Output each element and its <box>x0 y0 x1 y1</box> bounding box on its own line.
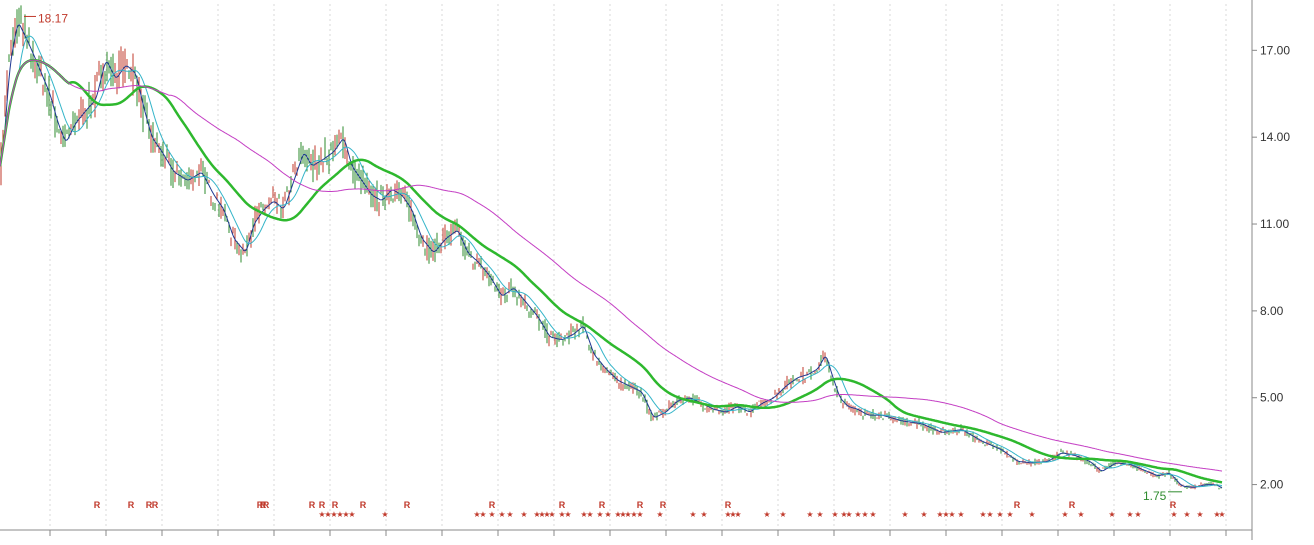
y-tick-label: 11.00 <box>1260 217 1289 231</box>
signal-star-mark: ★ <box>996 510 1003 519</box>
signal-r-mark: R <box>1014 500 1021 510</box>
signal-star-mark: ★ <box>586 510 593 519</box>
signal-star-mark: ★ <box>381 510 388 519</box>
date-axis-strip <box>0 529 1252 536</box>
price-axis: 2.00 5.00 8.00 11.00 14.00 17.00 <box>1251 0 1290 540</box>
ma-line-70 <box>0 58 1223 484</box>
signal-r-mark: R <box>489 500 496 510</box>
signal-r-mark: R <box>637 500 644 510</box>
signal-star-mark: ★ <box>901 510 908 519</box>
signal-star-mark: ★ <box>636 510 643 519</box>
signal-star-mark: ★ <box>498 510 505 519</box>
signal-star-mark: ★ <box>488 510 495 519</box>
signal-star-mark: ★ <box>763 510 770 519</box>
signal-r-mark: R <box>152 500 159 510</box>
low-price-label: 1.75 <box>1143 489 1167 503</box>
chart-canvas: 2.005.008.0011.0014.0017.00 18.171.75 RR… <box>0 0 1290 540</box>
signal-star-mark: ★ <box>604 510 611 519</box>
signal-star-mark: ★ <box>520 510 527 519</box>
signal-marks: R R R R RRR R R R R R R R R R R R R R R★★★★★★ ★ ★★ ★ ★ ★ ★ ★★★★ ★★… <box>94 500 1226 519</box>
signal-star-mark: ★ <box>1108 510 1115 519</box>
signal-r-mark: R <box>332 500 339 510</box>
signal-star-mark: ★ <box>1170 510 1177 519</box>
signal-r-mark: R <box>1069 500 1076 510</box>
y-tick-label: 5.00 <box>1260 391 1284 405</box>
signal-star-mark: ★ <box>1028 510 1035 519</box>
high-price-label: 18.17 <box>38 11 68 25</box>
signal-star-mark: ★ <box>1218 510 1225 519</box>
signal-r-mark: R <box>559 500 566 510</box>
signal-star-mark: ★ <box>920 510 927 519</box>
signal-star-mark: ★ <box>700 510 707 519</box>
signal-star-mark: ★ <box>1183 510 1190 519</box>
signal-star-mark: ★ <box>816 510 823 519</box>
signal-star-mark: ★ <box>348 510 355 519</box>
grid-lines <box>49 4 1227 528</box>
candlesticks <box>0 5 1222 490</box>
signal-star-mark: ★ <box>1061 510 1068 519</box>
signal-r-mark: R <box>599 500 606 510</box>
signal-r-mark: R <box>94 500 101 510</box>
signal-star-mark: ★ <box>845 510 852 519</box>
signal-r-mark: R <box>309 500 316 510</box>
y-tick-label: 8.00 <box>1260 304 1284 318</box>
signal-star-mark: ★ <box>596 510 603 519</box>
y-tick-label: 14.00 <box>1260 130 1290 144</box>
signal-star-mark: ★ <box>1134 510 1141 519</box>
y-tick-label: 2.00 <box>1260 478 1284 492</box>
signal-star-mark: ★ <box>1006 510 1013 519</box>
signal-star-mark: ★ <box>779 510 786 519</box>
ma-line-5 <box>0 24 1223 489</box>
signal-r-mark: R <box>725 500 732 510</box>
signal-r-mark: R <box>319 500 326 510</box>
signal-star-mark: ★ <box>831 510 838 519</box>
signal-star-mark: ★ <box>656 510 663 519</box>
signal-star-mark: ★ <box>1196 510 1203 519</box>
ma-line-20 <box>0 35 1223 488</box>
signal-star-mark: ★ <box>564 510 571 519</box>
signal-r-mark: R <box>1170 500 1177 510</box>
signal-star-mark: ★ <box>506 510 513 519</box>
signal-star-mark: ★ <box>734 510 741 519</box>
signal-star-mark: ★ <box>948 510 955 519</box>
signal-r-mark: R <box>404 500 411 510</box>
signal-star-mark: ★ <box>1077 510 1084 519</box>
signal-star-mark: ★ <box>806 510 813 519</box>
signal-star-mark: ★ <box>986 510 993 519</box>
signal-r-mark: R <box>360 500 367 510</box>
signal-star-mark: ★ <box>957 510 964 519</box>
signal-star-mark: ★ <box>869 510 876 519</box>
signal-star-mark: ★ <box>1126 510 1133 519</box>
signal-r-mark: R <box>128 500 135 510</box>
price-annotations: 18.17 1.75 <box>24 11 1182 503</box>
signal-star-mark: ★ <box>689 510 696 519</box>
signal-star-mark: ★ <box>548 510 555 519</box>
y-tick-label: 17.00 <box>1260 43 1290 57</box>
signal-star-mark: ★ <box>479 510 486 519</box>
moving-average-lines <box>0 24 1223 489</box>
stock-price-chart: 2.00 5.00 8.00 11.00 14.00 17.00 18.17 1.75 RR… <box>0 0 1314 540</box>
signal-r-mark: R <box>263 500 270 510</box>
signal-r-mark: R <box>660 500 667 510</box>
signal-star-mark: ★ <box>861 510 868 519</box>
